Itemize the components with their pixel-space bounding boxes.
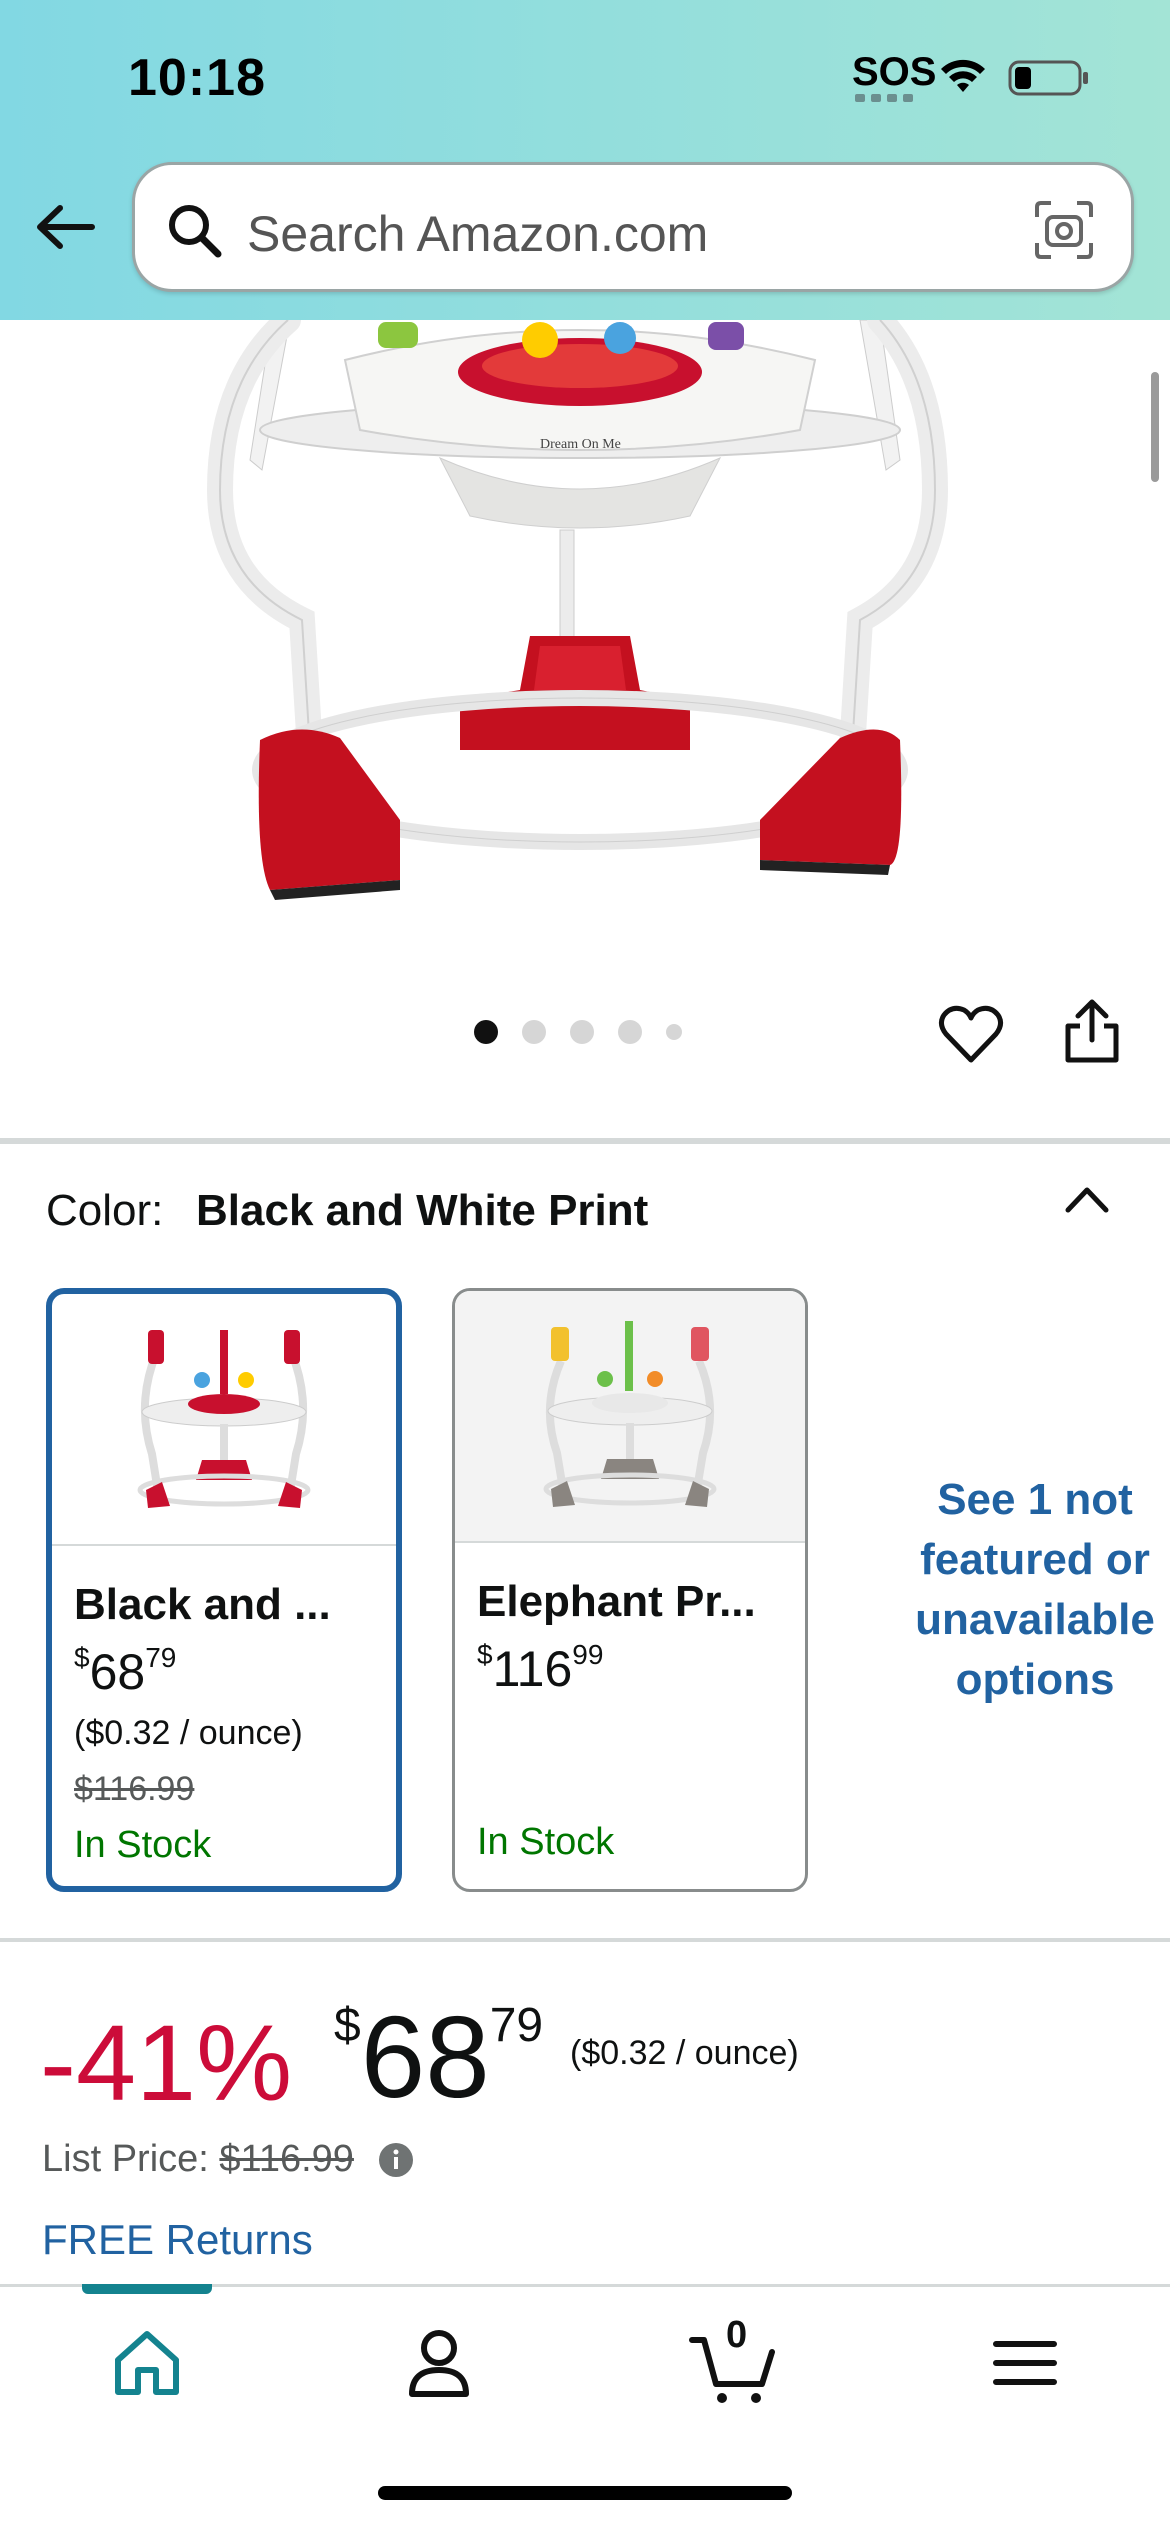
product-image[interactable]: Dream On Me [0, 320, 1170, 980]
see-more-line: options [955, 1655, 1115, 1704]
signal-dots [855, 94, 913, 104]
see-unavailable-options-link[interactable]: See 1 not featured or unavailable option… [898, 1470, 1170, 1710]
section-divider [0, 1938, 1170, 1942]
see-more-line: featured or [920, 1535, 1150, 1584]
carousel-dot[interactable] [570, 1020, 594, 1044]
camera-icon[interactable] [1033, 199, 1095, 261]
status-time: 10:18 [128, 49, 266, 107]
search-input[interactable]: Search Amazon.com [132, 162, 1134, 292]
color-selected-value: Black and White Print [196, 1186, 649, 1235]
discount-percent: -41% [40, 2002, 293, 2123]
swatch-image [455, 1291, 805, 1543]
swatch-title: Elephant Pr... [477, 1577, 756, 1626]
scroll-indicator[interactable] [1151, 372, 1159, 482]
swatch-title: Black and ... [74, 1580, 331, 1629]
color-swatch-black-white[interactable]: Black and ... $6879 ($0.32 / ounce) $116… [46, 1288, 402, 1892]
see-more-line: unavailable [915, 1595, 1155, 1644]
swatch-unit-price: ($0.32 / ounce) [74, 1714, 303, 1752]
jumper-illustration: Dream On Me [206, 320, 949, 900]
color-swatch-elephant[interactable]: Elephant Pr... $11699 In Stock [452, 1288, 808, 1892]
share-icon[interactable] [1060, 996, 1124, 1066]
brand-label: Dream On Me [540, 437, 621, 452]
list-price: List Price: $116.99 [42, 2138, 354, 2180]
see-more-line: See 1 not [937, 1475, 1133, 1524]
swatch-price: $6879 [74, 1642, 177, 1700]
swatch-price: $11699 [477, 1639, 604, 1697]
current-price: $6879 [334, 1992, 544, 2122]
menu-icon[interactable] [980, 2318, 1070, 2408]
swatch-stock-status: In Stock [477, 1821, 615, 1863]
carousel-dots[interactable] [474, 1020, 682, 1044]
wifi-icon [941, 59, 985, 92]
carousel-dot[interactable] [666, 1024, 682, 1040]
color-label: Color: [46, 1186, 164, 1235]
carousel-dot[interactable] [522, 1020, 546, 1044]
carousel-dot[interactable] [618, 1020, 642, 1044]
battery-icon [1008, 60, 1088, 96]
sos-indicator: SOS [852, 50, 937, 94]
app-header: 10:18 SOS Search Amazon.com [0, 0, 1170, 320]
free-returns-link[interactable]: FREE Returns [42, 2216, 313, 2264]
nav-active-indicator [82, 2284, 212, 2294]
heart-icon[interactable] [936, 1000, 1006, 1070]
swatch-list-price: $116.99 [74, 1770, 195, 1808]
home-icon[interactable] [102, 2318, 192, 2408]
section-divider [0, 1138, 1170, 1144]
account-icon[interactable] [394, 2318, 484, 2408]
cart-count: 0 [726, 2314, 748, 2356]
carousel-dot[interactable] [474, 1020, 498, 1044]
swatch-stock-status: In Stock [74, 1824, 212, 1866]
swatch-image [52, 1294, 396, 1546]
info-icon[interactable] [378, 2142, 414, 2178]
back-arrow-icon[interactable] [32, 194, 98, 260]
unit-price: ($0.32 / ounce) [570, 2034, 799, 2072]
search-placeholder: Search Amazon.com [247, 206, 709, 262]
search-icon [169, 205, 222, 258]
chevron-up-icon[interactable] [1060, 1178, 1114, 1220]
home-indicator[interactable] [378, 2486, 792, 2500]
